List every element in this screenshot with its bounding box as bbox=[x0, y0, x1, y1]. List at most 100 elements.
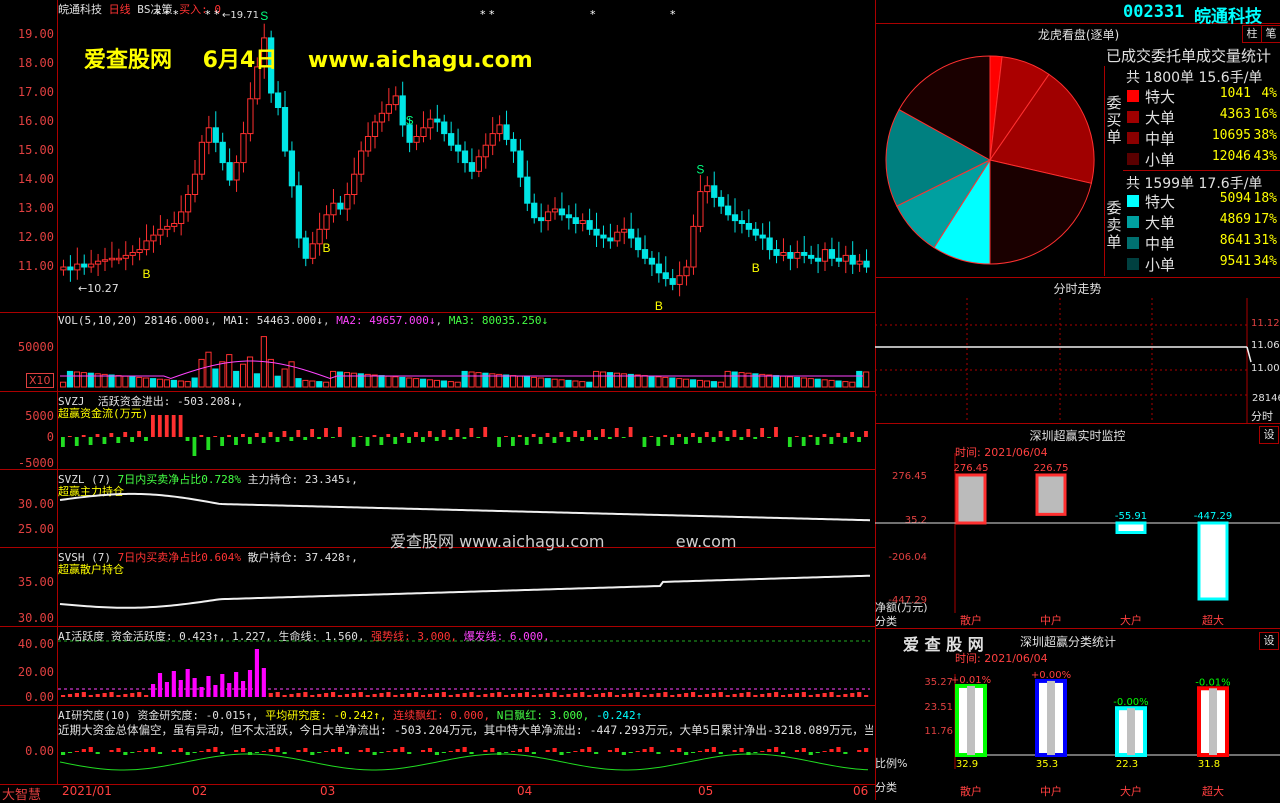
order-legend-row: 小单 12046 43% bbox=[1123, 149, 1280, 170]
flow-bar bbox=[185, 437, 190, 441]
research-bar bbox=[739, 748, 744, 752]
research-bar bbox=[199, 751, 204, 752]
intraday-pane[interactable]: 分时走势 11.12 11.06 11.00 28146 分时 bbox=[875, 277, 1280, 424]
class-ylabel: 比例% bbox=[875, 757, 908, 770]
price-pane[interactable]: 皖通科技 日线 BS决策 买入: 0 * * * * * * * * * ←19.71 1… bbox=[0, 0, 875, 313]
flow-bar bbox=[732, 430, 737, 437]
volume-bar bbox=[676, 378, 683, 388]
candle-body bbox=[67, 266, 74, 271]
legend-volume: 9541 bbox=[1219, 254, 1251, 269]
volume-bar bbox=[593, 370, 600, 388]
flow-bar bbox=[393, 437, 398, 444]
flow-bar bbox=[656, 437, 661, 446]
fund-flow-bars bbox=[61, 415, 868, 456]
activity-bar bbox=[234, 672, 239, 697]
activity-bar bbox=[635, 692, 640, 697]
research-bar bbox=[379, 752, 384, 753]
flow-bar bbox=[421, 437, 425, 442]
activity-bar bbox=[247, 670, 253, 697]
activity-bar bbox=[649, 694, 654, 697]
candle-body bbox=[344, 194, 351, 210]
activity-bar bbox=[344, 694, 349, 697]
activity-bar bbox=[739, 693, 744, 697]
class-stat-pane[interactable]: 爱 查 股 网 深圳超赢分类统计 设 时间: 2021/06/04 35.27 2… bbox=[875, 629, 1280, 800]
flow-bar bbox=[725, 437, 730, 441]
flow-bar bbox=[607, 437, 612, 439]
volume-bar bbox=[60, 381, 67, 388]
flow-bar bbox=[808, 435, 813, 437]
volume-bar bbox=[710, 381, 717, 388]
candle-body bbox=[60, 266, 67, 271]
research-bar bbox=[566, 752, 571, 753]
monitor-bar bbox=[1197, 521, 1229, 601]
flow-bar bbox=[365, 437, 370, 446]
research-bar bbox=[711, 747, 716, 752]
legend-swatch bbox=[1127, 90, 1139, 102]
volume-bar bbox=[156, 378, 164, 388]
order-legend-row: 大单 4869 17% bbox=[1123, 212, 1280, 233]
activity-bar bbox=[144, 695, 149, 697]
activity-bar bbox=[511, 694, 516, 697]
research-bar bbox=[497, 752, 502, 755]
flow-bar bbox=[621, 437, 626, 438]
monitor-pane[interactable]: 深圳超赢实时监控 设 时间: 2021/06/04 276.45 35.2 -206… bbox=[875, 423, 1280, 629]
research-bar bbox=[635, 751, 640, 752]
volume-bar bbox=[392, 376, 399, 388]
candle-body bbox=[690, 225, 697, 268]
activity-bar bbox=[684, 693, 689, 697]
candle-body bbox=[828, 249, 836, 259]
flow-bar bbox=[566, 437, 571, 442]
flow-bar bbox=[324, 428, 328, 437]
class-bar-core bbox=[1209, 688, 1217, 755]
research-bar bbox=[74, 751, 79, 752]
candle-body bbox=[551, 208, 559, 213]
research-bar bbox=[407, 752, 412, 754]
volume-bar bbox=[828, 379, 835, 388]
volume-bar bbox=[766, 374, 773, 388]
research-bar bbox=[344, 752, 349, 754]
candle-body bbox=[628, 228, 635, 239]
volume-pane[interactable]: VOL(5,10,20) 28146.000↓, MA1: 54463.000↓… bbox=[0, 313, 875, 392]
watermark-date: 6月4日 bbox=[202, 48, 278, 73]
lhb-subtitle: 已成交委托单成交量统计 bbox=[1106, 47, 1272, 65]
flow-bar bbox=[102, 437, 107, 444]
activity-bar bbox=[61, 695, 66, 697]
ai-activity-pane[interactable]: AI活跃度 资金活跃度: 0.423↑, 1.227, 生命线: 1.560, … bbox=[0, 627, 875, 706]
activity-bar bbox=[607, 692, 613, 697]
flow-bar bbox=[531, 434, 536, 437]
volume-bar bbox=[163, 379, 171, 388]
volume-bar bbox=[385, 375, 392, 388]
svzj-pane[interactable]: SVZJ 活跃资金进出: -503.208↓, 超赢资金流(万元) 5000 0… bbox=[0, 392, 875, 470]
research-bar bbox=[677, 748, 682, 752]
date-axis: 大智慧 2021/01 02 03 04 05 06 bbox=[0, 784, 875, 803]
candle-body bbox=[655, 263, 662, 274]
chart-area[interactable]: 皖通科技 日线 BS决策 买入: 0 * * * * * * * * * ←19.71 1… bbox=[0, 0, 875, 803]
research-bar bbox=[801, 748, 806, 752]
legend-name: 大单 bbox=[1145, 214, 1176, 232]
volume-bar bbox=[115, 375, 122, 388]
class-tick: 23.51 bbox=[924, 702, 953, 713]
research-pane[interactable]: AI研究度(10) 资金研究度: -0.015↑, 平均研究度: -0.242↑… bbox=[0, 706, 875, 785]
research-bar bbox=[552, 748, 557, 752]
volume-bar bbox=[316, 381, 323, 388]
candle-body bbox=[233, 162, 240, 181]
research-bars bbox=[59, 747, 869, 771]
volume-bar bbox=[738, 372, 745, 388]
activity-bar bbox=[787, 694, 793, 697]
volume-bar bbox=[336, 371, 344, 388]
candle-body bbox=[600, 234, 607, 239]
activity-bar bbox=[434, 693, 439, 697]
activity-bar bbox=[441, 692, 446, 697]
order-pie-chart[interactable] bbox=[876, 45, 1106, 295]
volume-bar bbox=[793, 376, 801, 388]
buy-side-divider bbox=[1104, 66, 1105, 276]
candle-body bbox=[849, 254, 856, 265]
svsh-pane[interactable]: SVSH (7) 7日内买卖净占比0.604% 散户持仓: 37.428↑, 超… bbox=[0, 548, 875, 627]
research-bar bbox=[462, 747, 467, 752]
activity-bar bbox=[483, 694, 488, 697]
flow-bar bbox=[88, 437, 93, 445]
research-bar bbox=[116, 748, 121, 752]
candle-body bbox=[814, 257, 822, 262]
research-bar bbox=[386, 751, 391, 752]
flow-bar bbox=[517, 435, 522, 437]
